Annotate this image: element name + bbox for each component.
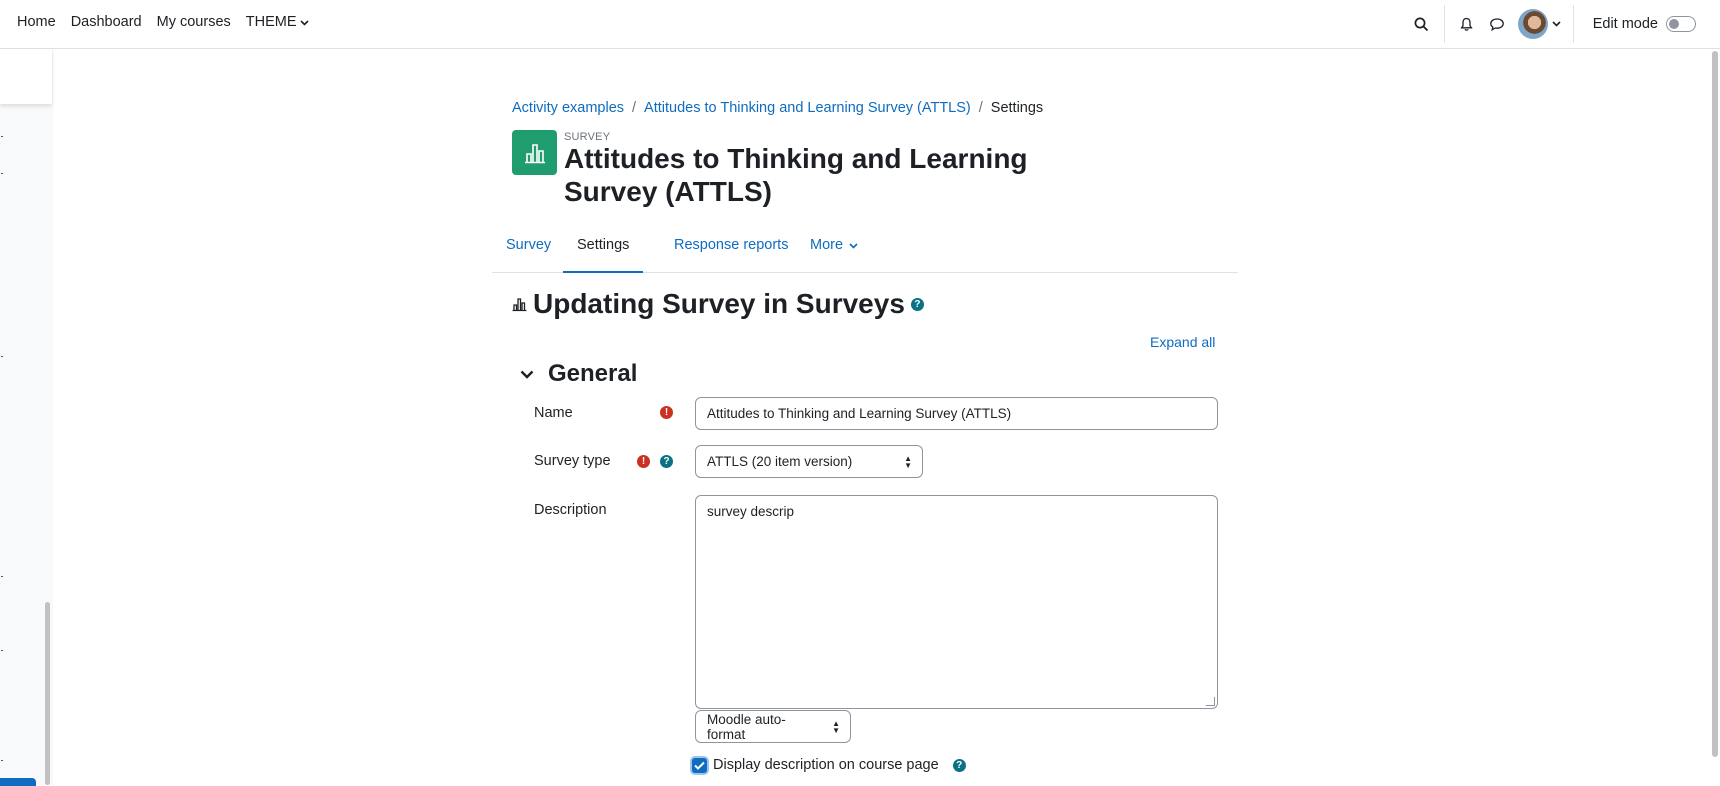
tab-settings[interactable]: Settings bbox=[563, 230, 644, 273]
help-icon[interactable]: ? bbox=[952, 758, 966, 772]
description-label: Description bbox=[534, 502, 607, 518]
chevron-down-icon bbox=[299, 20, 309, 26]
breadcrumb-separator: / bbox=[978, 100, 983, 116]
secondary-navigation: Survey Settings Response reports More bbox=[492, 230, 1238, 273]
select-arrows-icon: ▲ ▼ bbox=[904, 453, 912, 470]
page-scrollbar[interactable] bbox=[1712, 51, 1718, 757]
primary-navigation: Home Dashboard My courses THEME bbox=[17, 13, 309, 31]
chevron-down-icon bbox=[520, 370, 534, 379]
expand-all-link[interactable]: Expand all bbox=[1150, 334, 1215, 350]
notifications-bell-icon[interactable] bbox=[1452, 9, 1482, 39]
tab-label: Settings bbox=[577, 237, 630, 253]
display-description-checkbox[interactable] bbox=[692, 757, 707, 773]
survey-type-value: ATTLS (20 item version) bbox=[707, 454, 853, 469]
drawer-dot bbox=[1, 356, 3, 357]
tab-more[interactable]: More bbox=[796, 230, 872, 273]
search-icon[interactable] bbox=[1407, 9, 1437, 39]
display-description-label: Display description on course page bbox=[713, 757, 939, 773]
messages-chat-icon[interactable] bbox=[1482, 9, 1512, 39]
required-icon: ! bbox=[660, 406, 673, 419]
select-arrows-icon: ▲ ▼ bbox=[832, 718, 840, 735]
name-label: Name bbox=[534, 405, 573, 421]
drawer-dot bbox=[1, 650, 3, 651]
tab-label: Response reports bbox=[674, 237, 789, 253]
description-text: survey descrip bbox=[707, 504, 795, 519]
survey-type-label: Survey type bbox=[534, 453, 611, 469]
chevron-down-icon[interactable] bbox=[1548, 9, 1566, 39]
navbar-divider bbox=[1572, 5, 1574, 43]
drawer-dot bbox=[1, 576, 3, 577]
chevron-down-icon bbox=[849, 243, 858, 249]
tab-survey[interactable]: Survey bbox=[492, 230, 565, 273]
page-title: Attitudes to Thinking and Learning Surve… bbox=[564, 143, 1028, 207]
edit-mode-toggle[interactable] bbox=[1666, 16, 1696, 32]
breadcrumb-activity-link[interactable]: Attitudes to Thinking and Learning Surve… bbox=[644, 100, 971, 116]
required-icon: ! bbox=[637, 455, 650, 468]
tab-label: More bbox=[810, 237, 844, 253]
navbar-user-area: Edit mode bbox=[1407, 0, 1720, 48]
tab-label: Survey bbox=[506, 237, 552, 253]
section-title: General bbox=[548, 360, 638, 387]
top-navbar: Home Dashboard My courses THEME Edit mod… bbox=[0, 0, 1720, 49]
nav-home-link[interactable]: Home bbox=[17, 13, 56, 31]
drawer-dot bbox=[1, 760, 3, 761]
survey-icon bbox=[512, 297, 527, 311]
breadcrumb-current: Settings bbox=[990, 100, 1044, 116]
tab-response-reports[interactable]: Response reports bbox=[660, 230, 802, 273]
nav-theme-dropdown[interactable]: THEME bbox=[246, 13, 309, 31]
breadcrumb-separator: / bbox=[632, 100, 637, 116]
drawer-scrollbar[interactable] bbox=[45, 602, 50, 785]
nav-theme-label: THEME bbox=[245, 14, 297, 30]
edit-mode-switch[interactable]: Edit mode bbox=[1581, 16, 1720, 32]
nav-my-courses-link[interactable]: My courses bbox=[157, 13, 231, 31]
description-format-select[interactable]: Moodle auto-format ▲ ▼ bbox=[695, 710, 851, 743]
edit-mode-label: Edit mode bbox=[1592, 16, 1658, 32]
section-general-toggle[interactable]: General bbox=[520, 360, 637, 388]
drawer-dot bbox=[1, 173, 3, 174]
help-icon[interactable]: ? bbox=[910, 297, 924, 311]
nav-dashboard-link[interactable]: Dashboard bbox=[71, 13, 142, 31]
display-description-row: Display description on course page ? bbox=[692, 757, 966, 773]
breadcrumb-course-link[interactable]: Activity examples bbox=[512, 100, 624, 116]
breadcrumb: Activity examples / Attitudes to Thinkin… bbox=[512, 100, 1043, 116]
checkmark-icon bbox=[694, 761, 705, 770]
survey-type-select[interactable]: ATTLS (20 item version) ▲ ▼ bbox=[695, 445, 923, 478]
resize-handle[interactable] bbox=[1206, 697, 1215, 706]
help-icon[interactable]: ? bbox=[660, 455, 673, 468]
drawer-header bbox=[0, 49, 52, 104]
format-value: Moodle auto-format bbox=[707, 711, 786, 742]
name-input[interactable] bbox=[695, 397, 1218, 430]
navbar-divider bbox=[1443, 5, 1445, 43]
form-title: Updating Survey in Surveys bbox=[533, 288, 905, 319]
form-heading: Updating Survey in Surveys ? bbox=[512, 286, 924, 322]
survey-activity-icon bbox=[512, 130, 557, 175]
drawer-dot bbox=[1, 136, 3, 137]
description-textarea[interactable]: survey descrip bbox=[695, 495, 1218, 709]
user-avatar[interactable] bbox=[1517, 9, 1548, 39]
